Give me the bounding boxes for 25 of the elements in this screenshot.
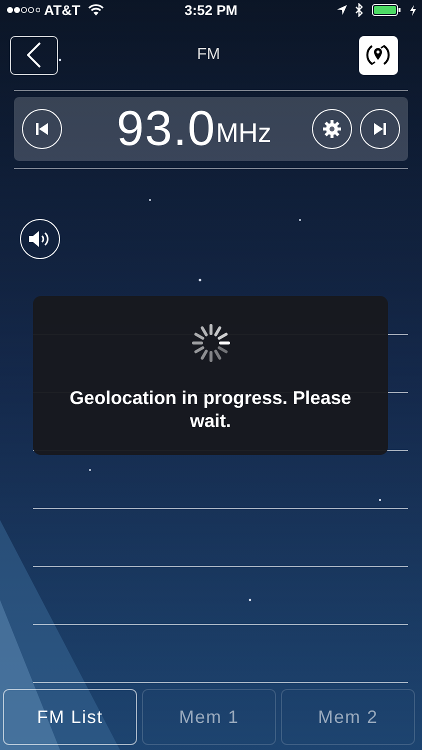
back-icon [27, 42, 41, 68]
next-button[interactable] [360, 109, 400, 149]
back-button[interactable] [10, 36, 58, 74]
settings-icon [323, 120, 341, 138]
battery-icon [372, 4, 402, 16]
progress-message: Geolocation in progress. Please wait. [68, 386, 352, 432]
tab[interactable]: Mem 1 [142, 689, 276, 745]
tab[interactable]: FM List [3, 689, 137, 745]
screen-title: FM [196, 45, 220, 65]
skip-back-icon [35, 122, 49, 136]
frequency-unit: MHz [216, 117, 272, 150]
signal-icon [6, 6, 40, 14]
previous-button[interactable] [22, 109, 62, 149]
carrier-name: AT&T [44, 0, 80, 20]
wifi-icon [88, 4, 104, 16]
status-time: 3:52 PM [184, 0, 238, 20]
skip-forward-icon [373, 122, 387, 136]
settings-button[interactable] [312, 109, 352, 149]
speaker-button[interactable] [20, 219, 60, 259]
frequency-value: 93.0 [116, 104, 216, 154]
relocate-button[interactable] [358, 36, 398, 74]
tab[interactable]: Mem 2 [281, 689, 415, 745]
bluetooth-icon [355, 3, 364, 17]
charging-icon [410, 4, 416, 16]
location-arrow-icon [337, 5, 348, 15]
